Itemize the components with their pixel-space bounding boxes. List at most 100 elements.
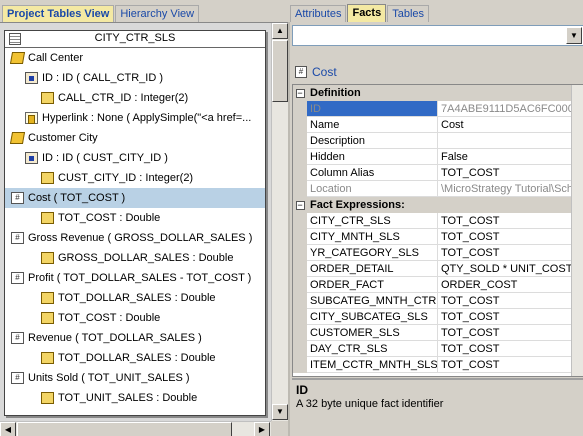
property-row[interactable]: CITY_MNTH_SLS TOT_COST [293, 229, 583, 245]
table-column-row[interactable]: TOT_DOLLAR_SALES : Double [5, 348, 265, 368]
table-row-label: TOT_DOLLAR_SALES : Double [58, 352, 216, 364]
table-column-row[interactable]: ID : ID ( CALL_CTR_ID ) [5, 68, 265, 88]
table-column-row[interactable]: Hyperlink : None ( ApplySimple("<a href=… [5, 108, 265, 128]
table-column-row[interactable]: CUST_CITY_ID : Integer(2) [5, 168, 265, 188]
scroll-down-button[interactable]: ▼ [272, 404, 288, 420]
property-row[interactable]: CITY_SUBCATEG_SLS TOT_COST [293, 309, 583, 325]
horizontal-scroll-thumb[interactable] [17, 422, 232, 436]
property-row[interactable]: Location \MicroStrategy Tutorial\Sch [293, 181, 583, 197]
left-horizontal-scrollbar[interactable]: ◀ ▶ [0, 421, 271, 436]
grid-gutter [293, 165, 307, 181]
table-column-row[interactable]: CALL_CTR_ID : Integer(2) [5, 88, 265, 108]
property-value[interactable]: TOT_COST [438, 229, 583, 245]
property-value[interactable]: TOT_COST [438, 357, 583, 373]
form-icon [25, 112, 38, 124]
property-row[interactable]: Hidden False [293, 149, 583, 165]
table-object-row[interactable]: Customer City [5, 128, 265, 148]
grid-gutter [293, 341, 307, 357]
grid-gutter [293, 101, 307, 117]
object-selector[interactable]: ▼ [292, 25, 583, 46]
collapse-icon[interactable]: − [295, 88, 305, 98]
table-object-row[interactable]: # Profit ( TOT_DOLLAR_SALES - TOT_COST ) [5, 268, 265, 288]
property-grid-scrollbar[interactable] [571, 85, 583, 376]
property-key: ORDER_FACT [307, 277, 438, 293]
scroll-left-button[interactable]: ◀ [0, 422, 16, 436]
property-row[interactable]: Description [293, 133, 583, 149]
table-row-label: ID : ID ( CUST_CITY_ID ) [42, 152, 168, 164]
property-value[interactable]: TOT_COST [438, 245, 583, 261]
property-row[interactable]: Column Alias TOT_COST [293, 165, 583, 181]
tab-hierarchy-view[interactable]: Hierarchy View [115, 5, 200, 22]
scroll-right-button[interactable]: ▶ [254, 422, 270, 436]
tables-canvas[interactable]: CITY_CTR_SLS Call Center ID : ID ( CALL_C… [0, 23, 271, 421]
category-label: Fact Expressions: [310, 199, 405, 211]
property-row[interactable]: YR_CATEGORY_SLS TOT_COST [293, 245, 583, 261]
scroll-up-button[interactable]: ▲ [272, 23, 288, 39]
table-column-row[interactable]: TOT_UNIT_SALES : Double [5, 388, 265, 408]
table-object-row[interactable]: Call Center [5, 48, 265, 68]
table-row-label: CUST_CITY_ID : Integer(2) [58, 172, 194, 184]
property-key: Location [307, 181, 438, 197]
column-icon [41, 92, 54, 104]
property-value[interactable]: QTY_SOLD * UNIT_COST [438, 261, 583, 277]
table-object-row[interactable]: # Units Sold ( TOT_UNIT_SALES ) [5, 368, 265, 388]
vertical-scroll-thumb[interactable] [272, 40, 288, 102]
table-column-row[interactable]: ID : ID ( CUST_CITY_ID ) [5, 148, 265, 168]
property-value[interactable]: \MicroStrategy Tutorial\Sch [438, 181, 583, 197]
table-row-label: TOT_COST : Double [58, 212, 161, 224]
property-value[interactable]: Cost [438, 117, 583, 133]
table-column-row[interactable]: TOT_COST : Double [5, 208, 265, 228]
tab-tables[interactable]: Tables [387, 5, 430, 22]
property-row[interactable]: SUBCATEG_MNTH_CTR TOT_COST [293, 293, 583, 309]
table-column-row[interactable]: TOT_DOLLAR_SALES : Double [5, 288, 265, 308]
property-row[interactable]: CITY_CTR_SLS TOT_COST [293, 213, 583, 229]
property-category[interactable]: − Fact Expressions: [293, 197, 583, 213]
table-card[interactable]: CITY_CTR_SLS Call Center ID : ID ( CALL_C… [4, 30, 266, 416]
table-object-row[interactable]: # Gross Revenue ( GROSS_DOLLAR_SALES ) [5, 228, 265, 248]
fact-icon: # [11, 232, 24, 244]
chevron-down-icon[interactable]: ▼ [566, 27, 582, 44]
property-value[interactable]: TOT_COST [438, 165, 583, 181]
grid-gutter [293, 117, 307, 133]
properties-pane: ▼ # Cost − Definition ID 7A4ABE9111D5AC6FC0… [288, 22, 583, 436]
table-column-row[interactable]: GROSS_DOLLAR_SALES : Double [5, 248, 265, 268]
property-value[interactable]: TOT_COST [438, 309, 583, 325]
description-panel: ID A 32 byte unique fact identifier [292, 378, 583, 436]
table-object-row[interactable]: # Cost ( TOT_COST ) [5, 188, 265, 208]
property-value[interactable]: TOT_COST [438, 293, 583, 309]
left-vertical-scrollbar[interactable]: ▲ ▼ [271, 23, 288, 421]
property-value[interactable]: TOT_COST [438, 213, 583, 229]
grid-gutter: − [293, 85, 307, 101]
tab-project-tables-view[interactable]: Project Tables View [2, 5, 115, 22]
property-value[interactable]: TOT_COST [438, 325, 583, 341]
table-row-label: Units Sold ( TOT_UNIT_SALES ) [28, 372, 190, 384]
property-key: ORDER_DETAIL [307, 261, 438, 277]
table-object-row[interactable]: # Revenue ( TOT_DOLLAR_SALES ) [5, 328, 265, 348]
key-icon [25, 72, 38, 84]
property-row[interactable]: Name Cost [293, 117, 583, 133]
table-card-header[interactable]: CITY_CTR_SLS [5, 31, 265, 48]
description-text: A 32 byte unique fact identifier [296, 398, 444, 410]
table-column-row[interactable]: TOT_COST : Double [5, 308, 265, 328]
property-category[interactable]: − Definition [293, 85, 583, 101]
category-label: Definition [310, 87, 361, 99]
property-value[interactable]: ORDER_COST [438, 277, 583, 293]
property-key: DAY_CTR_SLS [307, 341, 438, 357]
property-key: ID [307, 101, 438, 117]
tab-facts[interactable]: Facts [347, 4, 387, 22]
column-icon [41, 312, 54, 324]
tab-attributes[interactable]: Attributes [290, 5, 347, 22]
property-row[interactable]: ID 7A4ABE9111D5AC6FC000 [293, 101, 583, 117]
property-row[interactable]: ORDER_DETAIL QTY_SOLD * UNIT_COST [293, 261, 583, 277]
property-value[interactable]: 7A4ABE9111D5AC6FC000 [438, 101, 583, 117]
property-grid[interactable]: − Definition ID 7A4ABE9111D5AC6FC000 Name Cos… [292, 84, 583, 377]
property-value[interactable]: TOT_COST [438, 341, 583, 357]
property-value[interactable]: False [438, 149, 583, 165]
collapse-icon[interactable]: − [295, 200, 305, 210]
property-row[interactable]: DAY_CTR_SLS TOT_COST [293, 341, 583, 357]
property-value[interactable] [438, 133, 583, 149]
property-row[interactable]: ORDER_FACT ORDER_COST [293, 277, 583, 293]
column-icon [41, 212, 54, 224]
property-row[interactable]: ITEM_CCTR_MNTH_SLS TOT_COST [293, 357, 583, 373]
property-row[interactable]: CUSTOMER_SLS TOT_COST [293, 325, 583, 341]
